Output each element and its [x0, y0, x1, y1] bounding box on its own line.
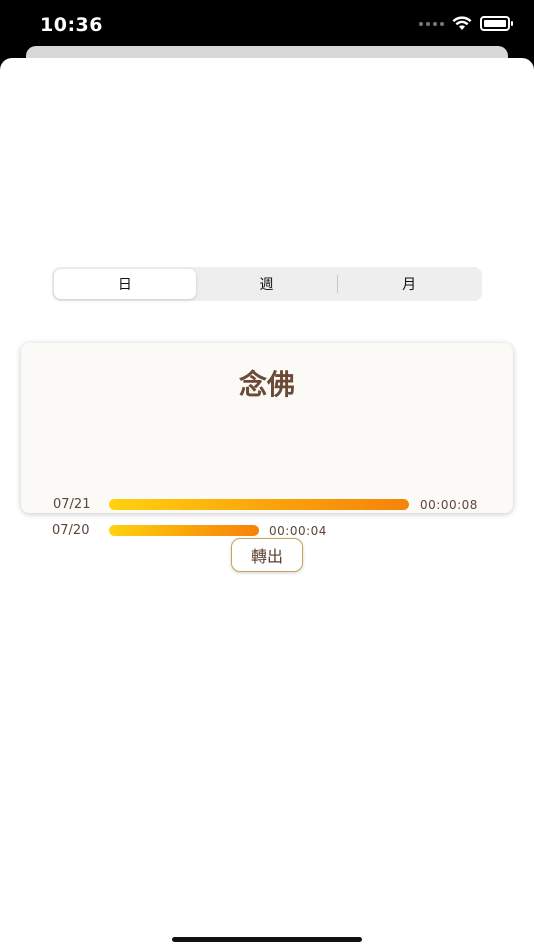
export-button-label: 轉出 [250, 547, 283, 566]
row-bar-track-2 [109, 525, 409, 536]
status-time: 10:36 [40, 14, 103, 36]
segment-day[interactable]: 日 [54, 269, 196, 299]
segment-month-label: 月 [402, 277, 417, 293]
row-bar-1 [109, 499, 409, 510]
wifi-icon [452, 16, 472, 30]
row-bar-2 [109, 525, 259, 536]
row-date-2: 07/20 [52, 523, 90, 538]
home-indicator [172, 937, 362, 942]
segment-week[interactable]: 週 [196, 269, 338, 299]
row-duration-2: 00:00:04 [269, 524, 327, 538]
row-duration-1: 00:00:08 [420, 498, 478, 512]
row-date-1: 07/21 [53, 497, 91, 512]
signal-dots-icon [419, 21, 444, 26]
segment-day-label: 日 [117, 277, 132, 293]
status-bar: 10:36 [0, 0, 534, 50]
stats-card-title: 念佛 [238, 368, 295, 401]
segment-month[interactable]: 月 [338, 269, 480, 299]
row-bar-track-1 [109, 499, 409, 510]
segment-week-label: 週 [259, 277, 274, 293]
status-icons [419, 16, 513, 31]
export-button[interactable]: 轉出 [231, 538, 303, 572]
battery-icon [480, 16, 513, 31]
stats-card: 念佛 07/21 00:00:08 07/20 00:00:04 [21, 343, 513, 538]
period-segmented-control[interactable]: 日 週 月 [52, 267, 482, 301]
